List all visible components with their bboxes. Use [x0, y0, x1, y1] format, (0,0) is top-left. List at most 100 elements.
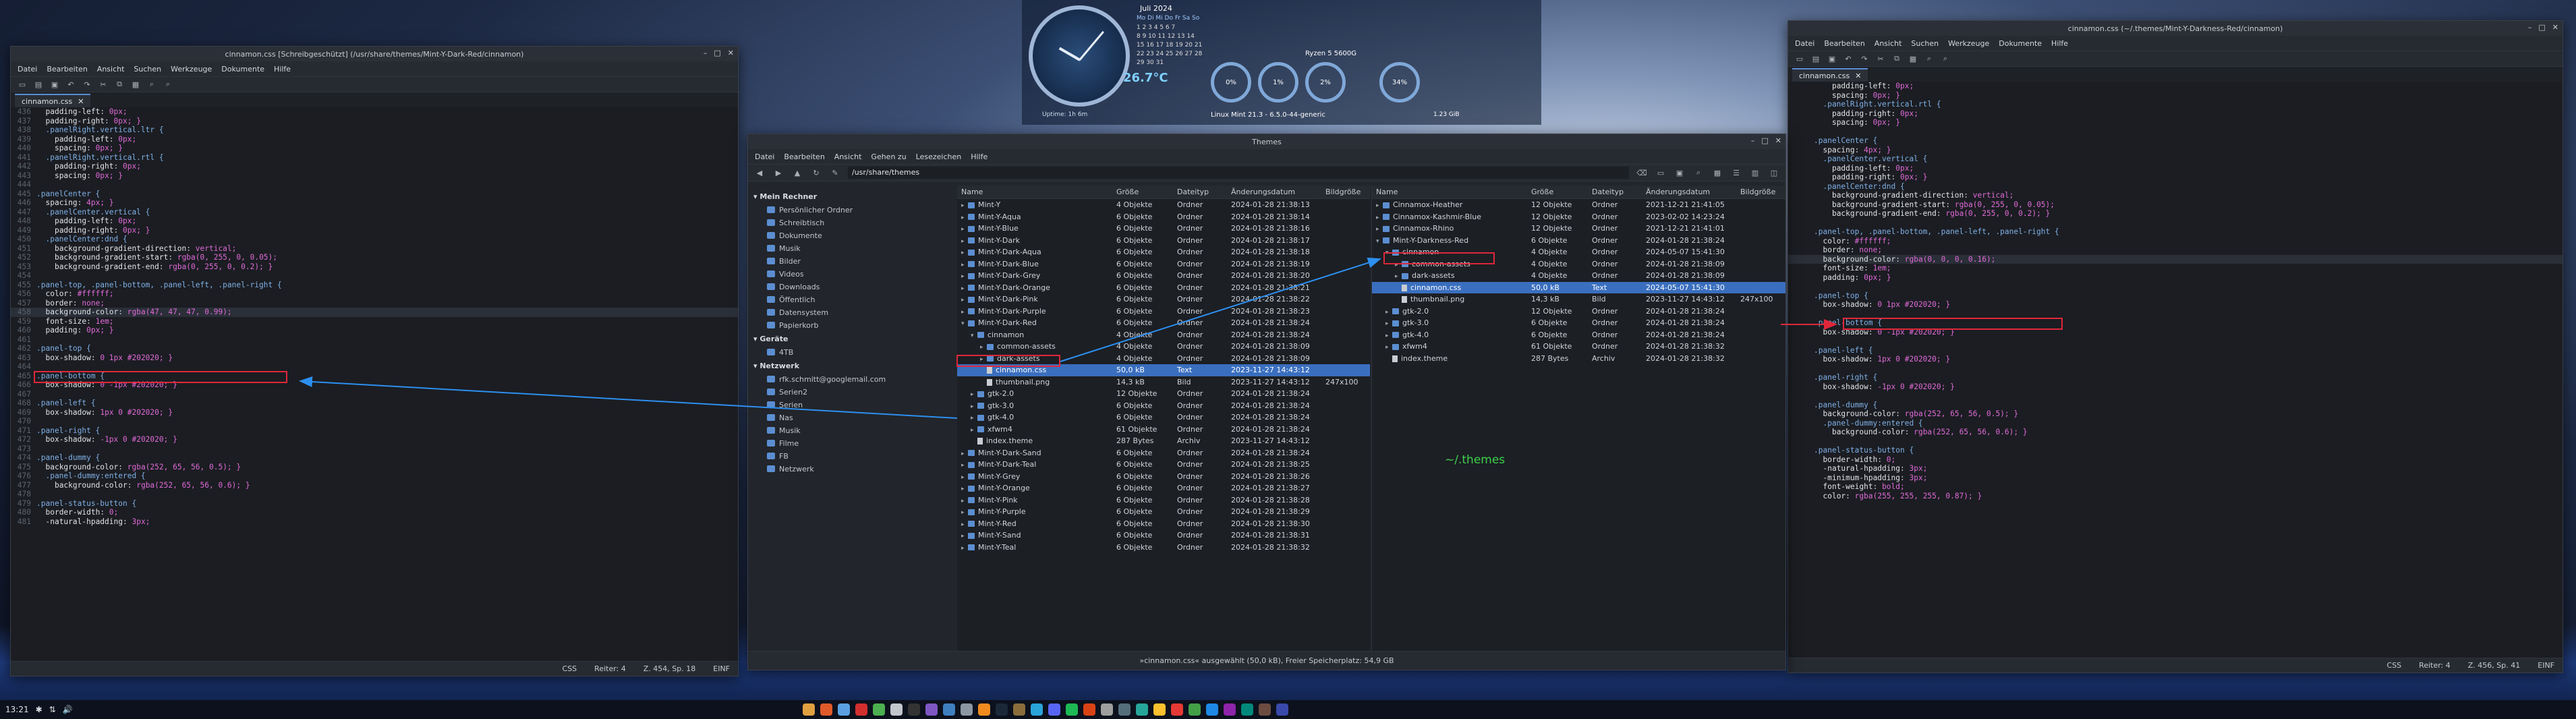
code-line[interactable]: 474 .panel-dummy {	[11, 453, 738, 463]
sidebar-item[interactable]: Nas	[748, 411, 957, 424]
discord-app-icon[interactable]	[1048, 703, 1060, 716]
code-line[interactable]: 477 background-color: rgba(252, 65, 56, …	[11, 481, 738, 490]
menu-ansicht[interactable]: Ansicht	[97, 65, 125, 74]
expander-icon[interactable]: ▸	[1376, 202, 1383, 209]
column-header[interactable]: Name	[1372, 188, 1527, 196]
expander-icon[interactable]: ▸	[1376, 214, 1383, 221]
code-line[interactable]: box-shadow: 1px 0 #202020; }	[1788, 355, 2563, 364]
menu-werkzeuge[interactable]: Werkzeuge	[171, 65, 212, 74]
menu-werkzeuge[interactable]: Werkzeuge	[1948, 39, 1989, 48]
menu-bearbeiten[interactable]: Bearbeiten	[784, 152, 824, 161]
expander-icon[interactable]: ▸	[961, 273, 968, 280]
sidebar-item[interactable]: Öffentlich	[748, 293, 957, 306]
code-line[interactable]: color: rgba(255, 255, 255, 0.87); }	[1788, 492, 2563, 501]
settings-app-icon[interactable]	[961, 703, 973, 716]
code-line[interactable]: 480 border-width: 0;	[11, 508, 738, 517]
code-line[interactable]: 441 .panelRight.vertical.rtl {	[11, 153, 738, 163]
code-line[interactable]: 478	[11, 490, 738, 499]
code-line[interactable]: 439 padding-left: 0px;	[11, 135, 738, 144]
tab-width-selector[interactable]: Reiter: 4	[594, 664, 626, 673]
code-line[interactable]: 444	[11, 180, 738, 190]
code-line[interactable]: 469 box-shadow: 1px 0 #202020; }	[11, 408, 738, 418]
code-line[interactable]: 438 .panelRight.vertical.ltr {	[11, 125, 738, 135]
file-row[interactable]: ▸ gtk-2.0 12 Objekte Ordner 2024-01-28 21:38…	[957, 388, 1370, 400]
redo-icon[interactable]: ↷	[1858, 53, 1870, 64]
up-icon[interactable]: ▲	[791, 167, 803, 178]
file-row[interactable]: ▸ gtk-2.0 12 Objekte Ordner 2024-01-28 21:38…	[1372, 306, 1785, 318]
code-line[interactable]: 464	[11, 362, 738, 372]
bluetooth-icon[interactable]: ✱	[36, 705, 42, 714]
menu-hilfe[interactable]: Hilfe	[971, 152, 988, 161]
code-line[interactable]: spacing: 0px; }	[1788, 91, 2563, 100]
file-row[interactable]: index.theme 287 Bytes Archiv 2024-01-28 21:…	[1372, 353, 1785, 365]
file-row[interactable]: ▸ Mint-Y-Dark-Purple 6 Objekte Ordner 2024-0…	[957, 306, 1370, 318]
opera-app-icon[interactable]	[855, 703, 867, 716]
expander-icon[interactable]: ▸	[961, 285, 968, 292]
undo-icon[interactable]: ↶	[65, 79, 77, 90]
code-line[interactable]: .panelCenter {	[1788, 136, 2563, 146]
expander-icon[interactable]: ▸	[961, 250, 968, 256]
menu-bearbeiten[interactable]: Bearbeiten	[1824, 39, 1864, 48]
new-folder-icon[interactable]: ▭	[1655, 167, 1667, 178]
file-row[interactable]: ▸ gtk-4.0 6 Objekte Ordner 2024-01-28 21:38:…	[1372, 329, 1785, 341]
mail-app-icon[interactable]	[943, 703, 955, 716]
code-line[interactable]: border: none;	[1788, 246, 2563, 255]
sidebar-item[interactable]: Videos	[748, 268, 957, 281]
column-header[interactable]: Änderungsdatum	[1227, 188, 1321, 196]
code-line[interactable]	[1788, 219, 2563, 228]
code-line[interactable]: color: #ffffff;	[1788, 237, 2563, 246]
sidebar-item[interactable]: rfk.schmitt@googlemail.com	[748, 373, 957, 386]
expander-icon[interactable]: ▸	[1385, 344, 1392, 351]
files-app-icon[interactable]	[803, 703, 815, 716]
code-line[interactable]: 475 background-color: rgba(252, 65, 56, …	[11, 463, 738, 472]
maximize-icon[interactable]: □	[2538, 23, 2545, 32]
code-line[interactable]: 442 padding-right: 0px;	[11, 162, 738, 171]
code-line[interactable]: 455 .panel-top, .panel-bottom, .panel-lef…	[11, 281, 738, 290]
save-icon[interactable]: ▣	[49, 79, 61, 90]
column-header[interactable]: Bildgröße	[1736, 188, 1785, 196]
code-line[interactable]: 445 .panelCenter {	[11, 190, 738, 199]
code-line[interactable]: 451 background-gradient-direction: verti…	[11, 244, 738, 254]
tab-cinnamon-css[interactable]: cinnamon.css ✕	[15, 94, 91, 107]
file-row[interactable]: ▸ xfwm4 61 Objekte Ordner 2024-01-28 21:38:3…	[1372, 341, 1785, 353]
expander-icon[interactable]: ▸	[1376, 226, 1383, 233]
expander-icon[interactable]: ▸	[961, 451, 968, 457]
column-header[interactable]: Dateityp	[1173, 188, 1227, 196]
file-row[interactable]: ▸ Mint-Y-Dark-Orange 6 Objekte Ordner 2024-0…	[957, 282, 1370, 294]
file-row[interactable]: ▸ Mint-Y-Red 6 Objekte Ordner 2024-01-28 21:…	[957, 518, 1370, 530]
code-line[interactable]: .panel-right {	[1788, 373, 2563, 382]
code-line[interactable]: 479 .panel-status-button {	[11, 499, 738, 509]
code-line[interactable]: 456 color: #ffffff;	[11, 289, 738, 299]
code-line[interactable]: padding-right: 0px;	[1788, 109, 2563, 119]
file-row[interactable]: ▸ gtk-3.0 6 Objekte Ordner 2024-01-28 21:38:…	[957, 400, 1370, 412]
spotify-app-icon[interactable]	[1066, 703, 1078, 716]
file-row[interactable]: ▸ Mint-Y 4 Objekte Ordner 2024-01-28 21:38:1…	[957, 199, 1370, 211]
menu-datei[interactable]: Datei	[755, 152, 774, 161]
expander-icon[interactable]: ▸	[961, 226, 968, 233]
expander-icon[interactable]: ▸	[961, 486, 968, 492]
minimize-icon[interactable]: –	[2528, 23, 2532, 32]
code-line[interactable]: 457 border: none;	[11, 299, 738, 308]
app-icon[interactable]	[1259, 703, 1271, 716]
forward-icon[interactable]: ▶	[772, 167, 784, 178]
code-line[interactable]: font-size: 1em;	[1788, 264, 2563, 273]
file-row[interactable]: ▸ Mint-Y-Dark-Aqua 6 Objekte Ordner 2024-01-…	[957, 246, 1370, 258]
app-icon[interactable]	[1118, 703, 1130, 716]
code-line[interactable]: background-color: rgba(252, 65, 56, 0.6)…	[1788, 428, 2563, 437]
expander-icon[interactable]: ▸	[971, 403, 977, 410]
firefox-app-icon[interactable]	[820, 703, 832, 716]
expander-icon[interactable]: ▸	[961, 533, 968, 540]
code-line[interactable]: 476 .panel-dummy:entered {	[11, 471, 738, 481]
app-icon[interactable]	[1189, 703, 1201, 716]
terminal-icon[interactable]: ▣	[1673, 167, 1686, 178]
expander-icon[interactable]: ▸	[961, 462, 968, 469]
code-line[interactable]: 450 .panelCenter:dnd {	[11, 235, 738, 244]
code-line[interactable]: 454	[11, 271, 738, 281]
app-icon[interactable]	[1241, 703, 1253, 716]
chrome-app-icon[interactable]	[873, 703, 885, 716]
code-line[interactable]: 446 spacing: 4px; }	[11, 198, 738, 208]
app-icon[interactable]	[1136, 703, 1148, 716]
code-line[interactable]: .panel-status-button {	[1788, 446, 2563, 455]
new-file-icon[interactable]: ▭	[1794, 53, 1806, 64]
file-row[interactable]: ▸ Cinnamox-Rhino 12 Objekte Ordner 2021-12-2…	[1372, 223, 1785, 235]
